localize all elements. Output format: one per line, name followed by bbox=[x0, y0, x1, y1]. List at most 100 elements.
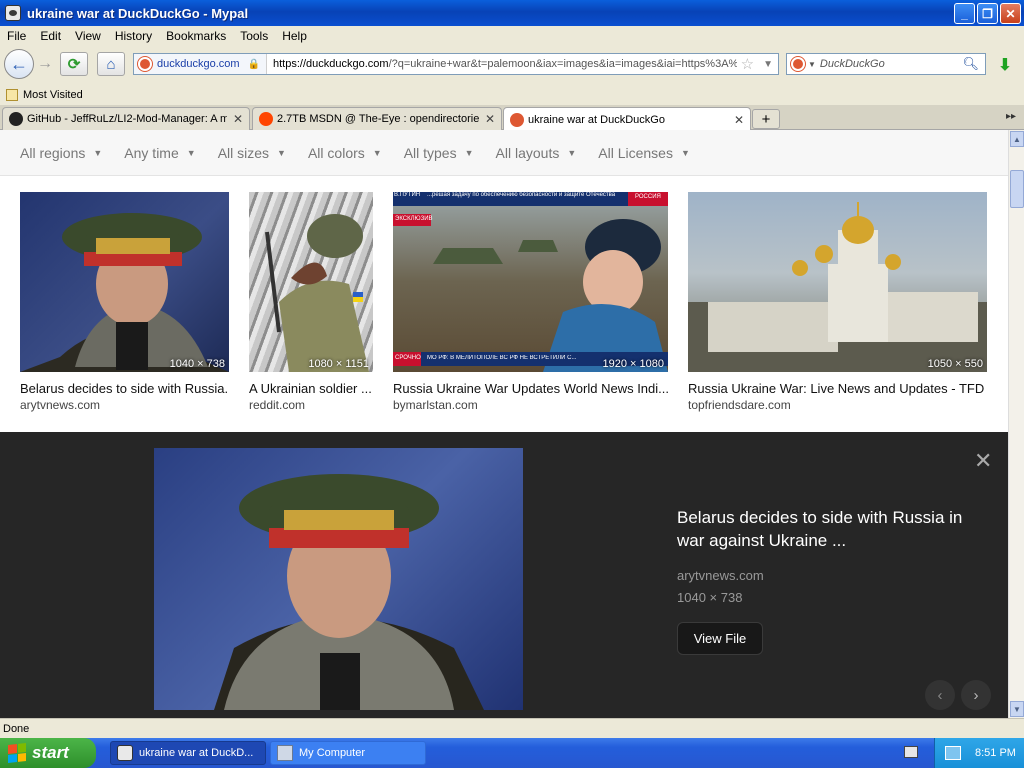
tab-duckduckgo[interactable]: ukraine war at DuckDuckGo ✕ bbox=[503, 107, 751, 131]
menu-bar: File Edit View History Bookmarks Tools H… bbox=[0, 26, 1024, 46]
result-caption[interactable]: Belarus decides to side with Russia... bbox=[20, 381, 229, 396]
task-label: My Computer bbox=[299, 747, 366, 759]
filter-types[interactable]: All types ▼ bbox=[404, 145, 474, 161]
result-thumbnail[interactable]: 1080 × 1151 bbox=[249, 192, 373, 372]
scroll-thumb[interactable] bbox=[1010, 170, 1024, 208]
image-filters: All regions ▼ Any time ▼ All sizes ▼ All co… bbox=[0, 130, 1008, 176]
filter-time[interactable]: Any time ▼ bbox=[124, 145, 195, 161]
minimize-button[interactable]: _ bbox=[954, 3, 975, 24]
tv-tag: ЭКСКЛЮЗИВ bbox=[395, 216, 433, 222]
previous-image-icon[interactable]: ‹ bbox=[925, 680, 955, 710]
filter-label: All sizes bbox=[217, 144, 270, 161]
close-detail-icon[interactable]: ✕ bbox=[974, 448, 992, 474]
windows-logo-icon bbox=[8, 743, 26, 763]
vertical-scrollbar[interactable]: ▲ ▼ bbox=[1008, 130, 1024, 718]
tab-msdn[interactable]: 2.7TB MSDN @ The-Eye : opendirectories ✕ bbox=[252, 107, 502, 130]
tab-close-icon[interactable]: ✕ bbox=[485, 112, 495, 126]
taskbar-item-my-computer[interactable]: My Computer bbox=[270, 741, 426, 765]
caret-down-icon: ▼ bbox=[464, 147, 474, 158]
scroll-down-icon[interactable]: ▼ bbox=[1010, 701, 1024, 717]
result-thumbnail[interactable]: 1040 × 738 bbox=[20, 192, 229, 372]
filter-sizes[interactable]: All sizes ▼ bbox=[218, 145, 286, 161]
network-icon[interactable] bbox=[945, 746, 961, 760]
duckduckgo-icon bbox=[510, 112, 524, 127]
back-button[interactable]: ← bbox=[4, 49, 34, 79]
engine-dropdown-icon[interactable]: ▼ bbox=[808, 60, 816, 69]
image-result[interactable]: 1080 × 1151 A Ukrainian soldier ... redd… bbox=[249, 192, 373, 412]
image-result[interactable]: 1040 × 738 Belarus decides to side with … bbox=[20, 192, 229, 412]
search-engine-icon[interactable] bbox=[791, 57, 805, 71]
reload-button[interactable]: ⟳ bbox=[60, 52, 88, 76]
result-caption[interactable]: Russia Ukraine War: Live News and Update… bbox=[688, 381, 987, 396]
home-button[interactable]: ⌂ bbox=[97, 52, 125, 76]
monastery-photo bbox=[688, 202, 987, 372]
bookmark-most-visited[interactable]: Most Visited bbox=[23, 89, 83, 101]
caret-down-icon: ▼ bbox=[680, 147, 690, 158]
maximize-button[interactable]: ❐ bbox=[977, 3, 998, 24]
filter-licenses[interactable]: All Licenses ▼ bbox=[598, 145, 690, 161]
tab-label: ukraine war at DuckDuckGo bbox=[528, 113, 665, 126]
result-thumbnail[interactable]: 1050 × 550 bbox=[688, 192, 987, 372]
tab-bar: GitHub - JeffRuLz/LI2-Mod-Manager: A m..… bbox=[0, 105, 1024, 131]
tab-github[interactable]: GitHub - JeffRuLz/LI2-Mod-Manager: A m..… bbox=[2, 107, 250, 130]
keyboard-icon[interactable] bbox=[904, 746, 918, 758]
result-thumbnail[interactable]: В.ПУТИН ...решая задачу по обеспечению б… bbox=[393, 192, 668, 372]
image-result[interactable]: В.ПУТИН ...решая задачу по обеспечению б… bbox=[393, 192, 668, 412]
result-caption[interactable]: Russia Ukraine War Updates World News In… bbox=[393, 381, 668, 396]
menu-help[interactable]: Help bbox=[275, 29, 314, 43]
menu-history[interactable]: History bbox=[108, 29, 159, 43]
result-source[interactable]: reddit.com bbox=[249, 398, 373, 412]
clock[interactable]: 8:51 PM bbox=[975, 747, 1016, 759]
filter-layouts[interactable]: All layouts ▼ bbox=[496, 145, 577, 161]
url-text[interactable]: https://duckduckgo.com/?q=ukraine+war&t=… bbox=[267, 58, 737, 70]
image-result[interactable]: 1050 × 550 Russia Ukraine War: Live News… bbox=[688, 192, 987, 412]
forward-button[interactable]: → bbox=[35, 54, 55, 74]
menu-file[interactable]: File bbox=[0, 29, 33, 43]
start-button[interactable]: start bbox=[0, 738, 96, 768]
next-image-icon[interactable]: › bbox=[961, 680, 991, 710]
filter-label: Any time bbox=[124, 144, 179, 161]
tab-close-icon[interactable]: ✕ bbox=[233, 112, 243, 126]
page-content: All regions ▼ Any time ▼ All sizes ▼ All co… bbox=[0, 130, 1008, 718]
status-text: Done bbox=[3, 722, 30, 735]
bookmark-star-icon[interactable]: ☆ bbox=[737, 55, 758, 73]
result-caption[interactable]: A Ukrainian soldier ... bbox=[249, 381, 373, 396]
menu-bookmarks[interactable]: Bookmarks bbox=[159, 29, 233, 43]
tab-close-icon[interactable]: ✕ bbox=[734, 113, 744, 127]
system-tray: 8:51 PM bbox=[934, 738, 1024, 768]
window-titlebar[interactable]: ukraine war at DuckDuckGo - Mypal _ ❐ ✕ bbox=[0, 0, 1024, 26]
close-button[interactable]: ✕ bbox=[1000, 3, 1021, 24]
menu-tools[interactable]: Tools bbox=[233, 29, 275, 43]
windows-taskbar: start ukraine war at DuckD... My Compute… bbox=[0, 738, 1024, 768]
image-dimensions: 1050 × 550 bbox=[927, 358, 983, 370]
url-bar[interactable]: duckduckgo.com 🔒 https://duckduckgo.com/… bbox=[133, 53, 779, 75]
filter-label: All Licenses bbox=[598, 144, 673, 161]
filter-label: All colors bbox=[307, 144, 365, 161]
menu-view[interactable]: View bbox=[68, 29, 108, 43]
caret-down-icon: ▼ bbox=[277, 147, 286, 158]
download-icon[interactable]: ⬇ bbox=[992, 53, 1018, 77]
tv-ticker: МО РФ: В МЕЛИТОПОЛЕ ВС РФ НЕ ВСТРЕТИЛИ С… bbox=[427, 355, 577, 361]
detail-dimensions: 1040 × 738 bbox=[677, 590, 743, 605]
url-dropdown-icon[interactable]: ▼ bbox=[758, 59, 778, 70]
scroll-up-icon[interactable]: ▲ bbox=[1010, 131, 1024, 147]
image-dimensions: 1920 × 1080 bbox=[602, 358, 664, 370]
search-bar[interactable]: ▼ DuckDuckGo 🔍︎ bbox=[786, 53, 986, 75]
detail-source[interactable]: arytvnews.com bbox=[677, 568, 764, 583]
result-source[interactable]: bymarlstan.com bbox=[393, 398, 668, 412]
filter-regions[interactable]: All regions ▼ bbox=[20, 145, 102, 161]
result-source[interactable]: topfriendsdare.com bbox=[688, 398, 987, 412]
taskbar-item-browser[interactable]: ukraine war at DuckD... bbox=[110, 741, 266, 765]
menu-edit[interactable]: Edit bbox=[33, 29, 68, 43]
new-tab-button[interactable]: + bbox=[752, 109, 780, 129]
detail-title[interactable]: Belarus decides to side with Russia in w… bbox=[677, 506, 967, 552]
search-icon[interactable]: 🔍︎ bbox=[962, 56, 985, 72]
site-identity-button[interactable]: duckduckgo.com 🔒 bbox=[134, 54, 267, 74]
view-file-button[interactable]: View File bbox=[677, 622, 763, 655]
filter-colors[interactable]: All colors ▼ bbox=[308, 145, 382, 161]
detail-image[interactable] bbox=[154, 448, 523, 710]
result-source[interactable]: arytvnews.com bbox=[20, 398, 229, 412]
caret-down-icon: ▼ bbox=[93, 147, 103, 158]
tab-overflow-icon[interactable]: ▸▸ bbox=[1006, 111, 1016, 122]
tv-report-photo bbox=[393, 192, 668, 372]
